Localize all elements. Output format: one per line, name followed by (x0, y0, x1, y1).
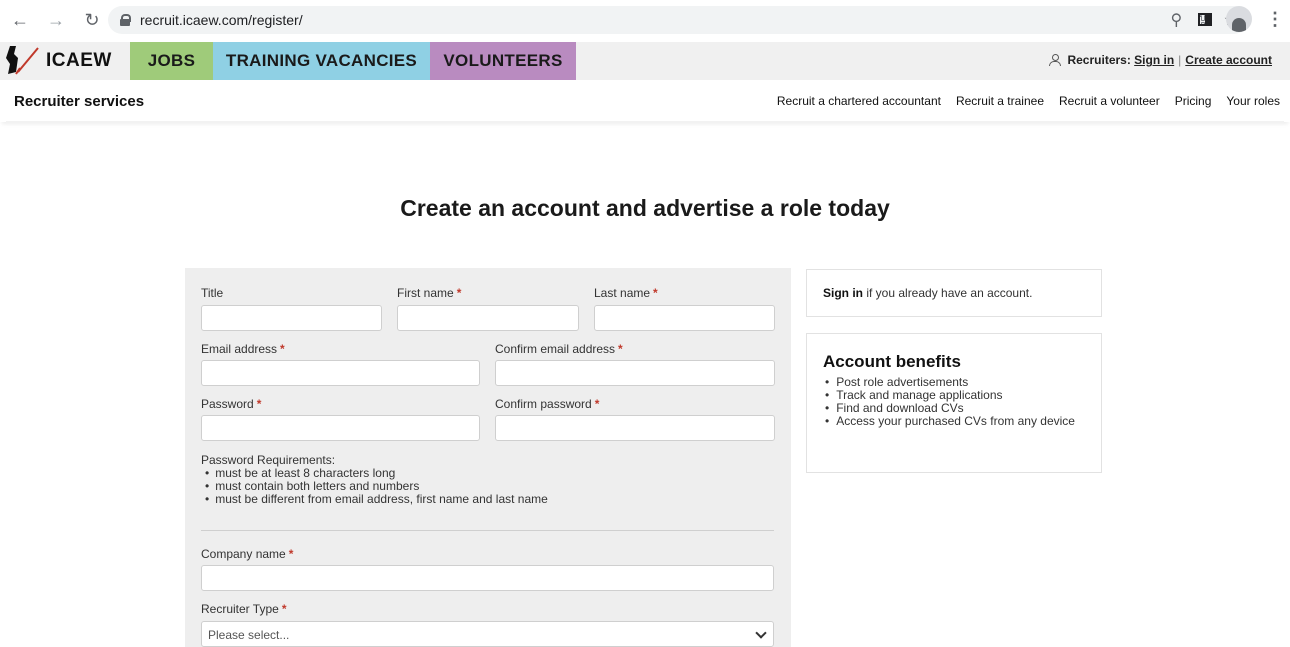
password-requirements: Password Requirements: must be at least … (201, 454, 548, 506)
password-input[interactable] (201, 415, 480, 441)
url-text[interactable]: recruit.icaew.com/register/ (140, 12, 303, 28)
password-label: Password * (201, 397, 261, 411)
form-divider (201, 530, 774, 531)
confirm-password-input[interactable] (495, 415, 775, 441)
required-marker: * (653, 286, 658, 300)
email-label-text: Email address (201, 342, 278, 356)
title-label: Title (201, 286, 223, 300)
recruiter-services-nav: Recruiter services Recruit a chartered a… (0, 80, 1290, 122)
registration-form: Title First name * Last name * Email addre… (185, 268, 791, 647)
browser-menu-icon[interactable]: ⋮ (1266, 9, 1284, 30)
first-name-input[interactable] (397, 305, 579, 331)
browser-nav: ← → ↻ (8, 8, 104, 32)
side-panel-icon[interactable] (1198, 12, 1212, 26)
nav-recruit-volunteer[interactable]: Recruit a volunteer (1059, 94, 1160, 108)
sign-in-link[interactable]: Sign in (1134, 53, 1174, 67)
password-requirements-list: must be at least 8 characters long must … (201, 467, 548, 506)
first-name-label-text: First name (397, 286, 454, 300)
nav-recruit-chartered-accountant[interactable]: Recruit a chartered accountant (777, 94, 941, 108)
lock-icon (120, 14, 131, 26)
recruiters-account-links: Recruiters: Sign in | Create account (1049, 53, 1272, 67)
nav-divider (6, 121, 1284, 123)
logo-text: ICAEW (46, 50, 112, 71)
required-marker: * (280, 342, 285, 356)
company-name-label-text: Company name (201, 547, 286, 561)
account-benefits-card: Account benefits Post role advertisement… (806, 333, 1102, 473)
forward-icon[interactable]: → (44, 8, 68, 32)
account-benefits-title: Account benefits (823, 352, 961, 371)
last-name-input[interactable] (594, 305, 775, 331)
last-name-label: Last name * (594, 286, 658, 300)
link-separator: | (1178, 53, 1182, 67)
tab-training-vacancies[interactable]: TRAINING VACANCIES (213, 42, 430, 80)
address-bar[interactable]: recruit.icaew.com/register/ ⚲ ⇪ ☆ (108, 6, 1248, 34)
page-title: Create an account and advertise a role t… (400, 195, 890, 221)
required-marker: * (618, 342, 623, 356)
create-account-link[interactable]: Create account (1185, 53, 1272, 67)
person-icon (1049, 54, 1062, 66)
required-marker: * (281, 602, 287, 616)
reload-icon[interactable]: ↻ (80, 8, 104, 32)
recruiters-label: Recruiters: (1067, 53, 1131, 67)
confirm-password-label: Confirm password * (495, 397, 599, 411)
zoom-icon[interactable]: ⚲ (1171, 10, 1183, 30)
first-name-label: First name * (397, 286, 461, 300)
nav-pricing[interactable]: Pricing (1175, 94, 1212, 108)
recruiter-type-select[interactable]: Please select... (201, 621, 774, 647)
required-marker: * (288, 547, 294, 561)
benefit-item: Access your purchased CVs from any devic… (823, 415, 1085, 428)
recruiter-type-label-text: Recruiter Type (201, 602, 279, 616)
required-marker: * (456, 286, 462, 300)
password-label-text: Password (201, 397, 254, 411)
recruiter-type-value: Please select... (208, 628, 290, 642)
required-marker: * (256, 397, 262, 411)
password-requirement: must be different from email address, fi… (201, 493, 548, 506)
title-label-text: Title (201, 286, 224, 300)
icaew-logo[interactable]: ICAEW (4, 42, 112, 80)
account-benefits-list: Post role advertisements Track and manag… (823, 376, 1085, 428)
tab-jobs[interactable]: JOBS (130, 42, 213, 80)
confirm-password-label-text: Confirm password (495, 397, 592, 411)
nav-recruit-trainee[interactable]: Recruit a trainee (956, 94, 1044, 108)
site-header: ICAEW JOBS TRAINING VACANCIES VOLUNTEERS… (0, 42, 1290, 80)
recruiter-services-title[interactable]: Recruiter services (14, 93, 144, 110)
confirm-email-label-text: Confirm email address (495, 342, 616, 356)
back-icon[interactable]: ← (8, 8, 32, 32)
chevron-down-icon (755, 627, 767, 639)
last-name-label-text: Last name (594, 286, 651, 300)
icaew-logo-mark-icon (6, 46, 39, 75)
title-input[interactable] (201, 305, 382, 331)
confirm-email-label: Confirm email address * (495, 342, 623, 356)
confirm-email-input[interactable] (495, 360, 775, 386)
subnav-links: Recruit a chartered accountant Recruit a… (777, 94, 1280, 108)
browser-toolbar: ← → ↻ recruit.icaew.com/register/ ⚲ ⇪ ☆ … (0, 0, 1290, 40)
email-label: Email address * (201, 342, 285, 356)
sign-in-card: Sign in if you already have an account. (806, 269, 1102, 317)
nav-your-roles[interactable]: Your roles (1226, 94, 1280, 108)
recruiter-type-label: Recruiter Type * (201, 602, 286, 616)
tab-volunteers[interactable]: VOLUNTEERS (430, 42, 576, 80)
email-input[interactable] (201, 360, 480, 386)
sign-in-card-text: if you already have an account. (863, 286, 1033, 300)
sign-in-card-link[interactable]: Sign in (823, 286, 863, 300)
browser-actions: ⋮ (1198, 6, 1290, 32)
company-name-input[interactable] (201, 565, 774, 591)
profile-avatar-icon[interactable] (1226, 6, 1252, 32)
company-name-label: Company name * (201, 547, 293, 561)
required-marker: * (594, 397, 600, 411)
